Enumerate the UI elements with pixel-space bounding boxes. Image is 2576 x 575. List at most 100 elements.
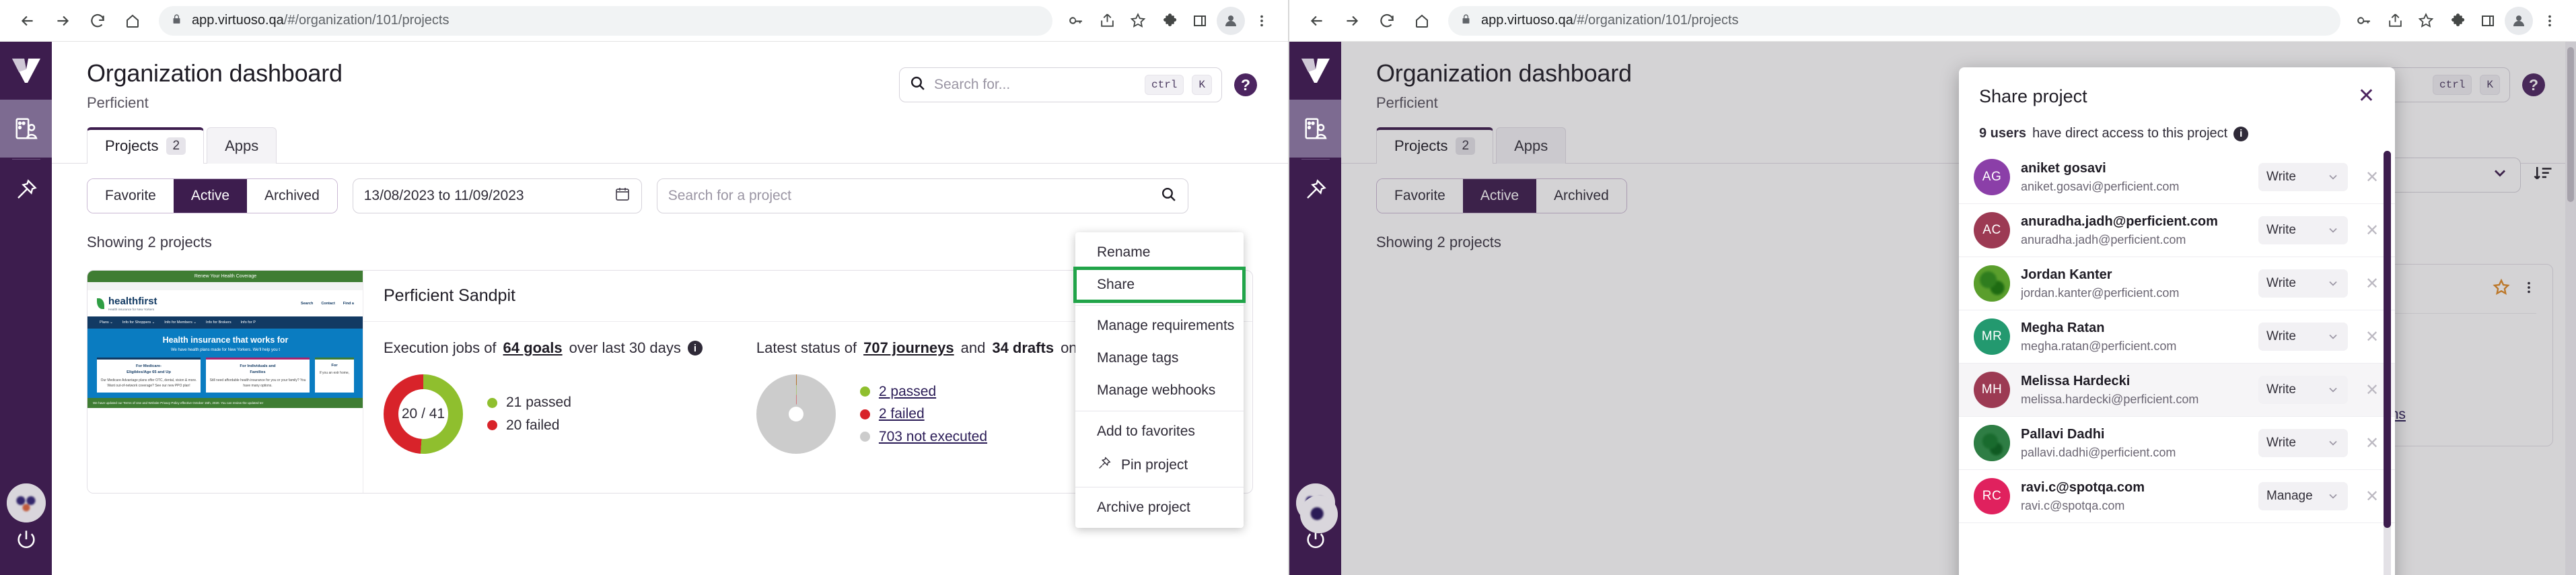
role-select[interactable]: Write <box>2258 163 2348 191</box>
legend-label-passed[interactable]: 2 passed <box>879 380 936 403</box>
table-row[interactable]: RC ravi.c@spotqa.com ravi.c@spotqa.com M… <box>1959 470 2395 523</box>
table-row[interactable]: Jordan Kanter jordan.kanter@perficient.c… <box>1959 257 2395 310</box>
profile-avatar-icon[interactable] <box>2505 6 2533 35</box>
sidebar-item-organization[interactable] <box>1289 100 1341 158</box>
role-select[interactable]: Write <box>2258 429 2348 457</box>
sidebar-item-pinned[interactable] <box>1289 161 1341 219</box>
virtuoso-v-logo[interactable] <box>1289 42 1341 100</box>
page-subtitle: Perficient <box>87 94 149 111</box>
side-panel-icon[interactable] <box>1186 7 1214 35</box>
role-select[interactable]: Write <box>2258 323 2348 351</box>
filter-favorite[interactable]: Favorite <box>87 179 174 213</box>
home-icon[interactable] <box>117 5 148 36</box>
menu-item-add-to-favorites[interactable]: Add to favorites <box>1075 415 1244 448</box>
menu-item-rename[interactable]: Rename <box>1075 236 1244 269</box>
back-arrow-icon[interactable] <box>1301 5 1332 36</box>
legend-dot-not-executed <box>859 432 870 442</box>
menu-item-manage-requirements[interactable]: Manage requirements <box>1075 310 1244 342</box>
table-row[interactable]: MR Megha Ratan megha.ratan@perficient.co… <box>1959 310 2395 364</box>
chevron-down-icon <box>2329 334 2337 339</box>
menu-item-pin-project[interactable]: Pin project <box>1075 448 1244 483</box>
legend-label-failed[interactable]: 2 failed <box>879 403 925 426</box>
search-icon[interactable] <box>1160 186 1177 207</box>
menu-item-manage-webhooks[interactable]: Manage webhooks <box>1075 374 1244 407</box>
share-icon[interactable] <box>1093 7 1121 35</box>
menu-item-archive-project[interactable]: Archive project <box>1075 492 1244 524</box>
address-bar[interactable]: app.virtuoso.qa/#/organization/101/proje… <box>1448 5 2340 36</box>
filter-active[interactable]: Active <box>173 179 248 213</box>
role-value: Manage <box>2266 489 2313 503</box>
share-icon[interactable] <box>2381 7 2409 35</box>
remove-user-icon[interactable]: ✕ <box>2359 380 2386 400</box>
filter-archived[interactable]: Archived <box>247 179 337 213</box>
home-icon[interactable] <box>1406 5 1437 36</box>
close-icon[interactable]: ✕ <box>2358 86 2375 106</box>
role-select[interactable]: Manage <box>2258 482 2348 510</box>
legend-label-not-executed[interactable]: 703 not executed <box>879 426 987 448</box>
role-value: Write <box>2266 276 2296 290</box>
bookmark-star-icon[interactable] <box>2412 7 2440 35</box>
user-email: melissa.hardecki@perficient.com <box>2021 392 2199 406</box>
remove-user-icon[interactable]: ✕ <box>2359 221 2386 240</box>
reload-icon[interactable] <box>82 5 113 36</box>
main-content-left: Organization dashboard Perficient Search… <box>52 42 1288 575</box>
role-select[interactable]: Write <box>2258 216 2348 244</box>
remove-user-icon[interactable]: ✕ <box>2359 487 2386 506</box>
role-select[interactable]: Write <box>2258 269 2348 298</box>
info-icon[interactable]: i <box>687 341 703 356</box>
menu-item-share[interactable]: Share <box>1073 267 1246 303</box>
help-icon[interactable]: ? <box>1234 73 1257 96</box>
virtuoso-v-logo[interactable] <box>0 42 52 100</box>
power-icon[interactable] <box>1304 528 1327 575</box>
user-name: Jordan Kanter <box>2021 267 2112 282</box>
extensions-puzzle-icon[interactable] <box>1155 7 1183 35</box>
sidebar-divider <box>1301 159 1330 160</box>
modal-subtitle: 9 users have direct access to this proje… <box>1959 107 2395 141</box>
key-icon[interactable] <box>2350 7 2378 35</box>
remove-user-icon[interactable]: ✕ <box>2359 327 2386 347</box>
browser-menu-icon[interactable] <box>2536 7 2564 35</box>
journeys-link[interactable]: 707 journeys <box>863 339 954 357</box>
date-range-field[interactable]: 13/08/2023 to 11/09/2023 <box>352 178 642 213</box>
bookmark-star-icon[interactable] <box>1124 7 1152 35</box>
tab-apps[interactable]: Apps <box>207 127 277 164</box>
back-arrow-icon[interactable] <box>12 5 43 36</box>
forward-arrow-icon[interactable] <box>47 5 78 36</box>
browser-menu-icon[interactable] <box>1248 7 1276 35</box>
key-icon[interactable] <box>1062 7 1090 35</box>
sidebar-user-avatar[interactable] <box>6 483 46 522</box>
menu-item-manage-tags[interactable]: Manage tags <box>1075 342 1244 374</box>
calendar-icon[interactable] <box>614 186 631 206</box>
modal-scrollbar-thumb[interactable] <box>2384 151 2391 528</box>
address-bar[interactable]: app.virtuoso.qa/#/organization/101/proje… <box>159 5 1052 36</box>
extensions-puzzle-icon[interactable] <box>2443 7 2471 35</box>
table-row[interactable]: AC anuradha.jadh@perficient.com anuradha… <box>1959 204 2395 257</box>
toolbar-icons-right <box>2350 6 2564 35</box>
power-icon[interactable] <box>15 528 38 575</box>
remove-user-icon[interactable]: ✕ <box>2359 168 2386 187</box>
reload-icon[interactable] <box>1371 5 1402 36</box>
profile-avatar-icon[interactable] <box>1217 6 1245 35</box>
avatar: AG <box>1974 159 2010 195</box>
browser-toolbar-left: app.virtuoso.qa/#/organization/101/proje… <box>0 0 1288 42</box>
project-search-field[interactable]: Search for a project <box>656 178 1188 213</box>
app-shell-right: Organization dashboard Perficient Search… <box>1289 42 2576 575</box>
info-icon[interactable]: i <box>2233 126 2249 141</box>
goals-link[interactable]: 64 goals <box>503 339 563 357</box>
forward-arrow-icon[interactable] <box>1336 5 1367 36</box>
avatar-initials: RC <box>1982 489 2002 503</box>
table-row[interactable]: Pallavi Dadhi pallavi.dadhi@perficient.c… <box>1959 417 2395 470</box>
side-panel-icon[interactable] <box>2474 7 2502 35</box>
role-value: Write <box>2266 382 2296 397</box>
search-input[interactable]: Search for... ctrl K <box>899 67 1222 102</box>
remove-user-icon[interactable]: ✕ <box>2359 434 2386 453</box>
tab-projects[interactable]: Projects 2 <box>87 127 205 164</box>
role-select[interactable]: Write <box>2258 376 2348 404</box>
table-row[interactable]: MH Melissa Hardecki melissa.hardecki@per… <box>1959 364 2395 417</box>
avatar: MH <box>1974 372 2010 408</box>
chat-widget-button[interactable] <box>1300 496 1338 533</box>
sidebar-item-organization[interactable] <box>0 100 52 158</box>
table-row[interactable]: AG aniket gosavi aniket.gosavi@perficien… <box>1959 151 2395 204</box>
sidebar-item-pinned[interactable] <box>0 161 52 219</box>
remove-user-icon[interactable]: ✕ <box>2359 274 2386 294</box>
